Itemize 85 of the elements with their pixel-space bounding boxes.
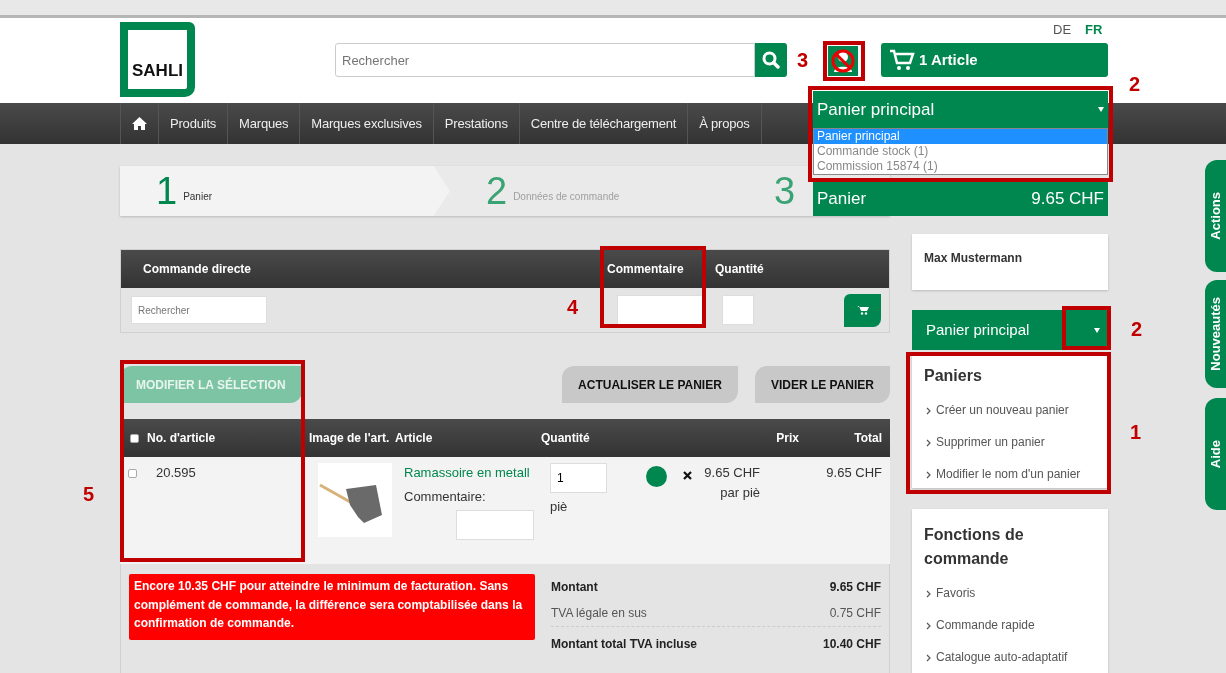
price-unit: par piè xyxy=(719,483,760,502)
column-header: Quantité xyxy=(541,430,591,447)
cart-total-bar: Panier 9.65 CHF xyxy=(813,182,1108,216)
column-header: Commentaire xyxy=(607,261,685,278)
card-title: Fonctions de commande xyxy=(924,525,1025,569)
dropdown-option[interactable]: Commission 15874 (1) xyxy=(814,159,1107,174)
nav-link[interactable]: À propos xyxy=(688,103,762,144)
comment-field[interactable] xyxy=(617,295,705,325)
warning-message: Encore 10.35 CHF pour atteindre le minimum de facturation. Sans complément de commande, la différence sera comptabilisée dans la confirmation de commande. xyxy=(129,574,535,640)
nav-link[interactable]: Marques exclusives xyxy=(300,103,434,144)
update-cart-button[interactable]: ACTUALISER LE PANIER xyxy=(562,366,738,403)
summary-label: Montant total TVA incluse xyxy=(551,635,697,653)
annotation-box xyxy=(823,41,865,81)
search-icon xyxy=(762,51,780,69)
column-header: Image de l'art. xyxy=(309,430,391,447)
chevron-icon xyxy=(926,589,931,598)
home-icon xyxy=(132,117,147,130)
menu-link[interactable]: Supprimer un panier xyxy=(924,426,1096,458)
column-header: Total xyxy=(854,430,882,447)
annotation-number: 5 xyxy=(83,484,95,504)
select-all-checkbox[interactable] xyxy=(130,433,139,443)
summary-label: Montant xyxy=(551,579,598,596)
quantity-field[interactable] xyxy=(722,295,754,325)
menu-link[interactable]: Catalogue auto-adaptatif xyxy=(924,641,1096,673)
card-title: Paniers xyxy=(924,366,983,386)
blocked-user-icon[interactable] xyxy=(828,46,858,76)
search-field[interactable]: Rechercher xyxy=(131,296,267,324)
product-link[interactable]: Ramassoire en metall xyxy=(404,465,530,480)
annotation-box xyxy=(1062,306,1111,350)
column-header: Prix xyxy=(775,430,799,447)
annotation-number: 2 xyxy=(1131,319,1143,339)
nav-link[interactable]: Prestations xyxy=(433,103,520,144)
progress-step[interactable]: 1 Panier xyxy=(120,166,450,216)
cart-dropdown[interactable]: Panier principal xyxy=(813,91,1108,128)
logo[interactable]: SAHLI xyxy=(120,22,195,97)
menu-link[interactable]: Favoris xyxy=(924,577,1096,609)
menu-link[interactable]: Créer un nouveau panier xyxy=(924,394,1096,426)
nav-link[interactable]: Produits xyxy=(159,103,229,144)
summary-value: 0.75 CHF xyxy=(829,605,881,622)
language-link[interactable]: FR xyxy=(1085,20,1103,40)
column-header: No. d'article xyxy=(147,430,217,447)
chevron-icon xyxy=(926,470,931,479)
search-field[interactable]: Rechercher xyxy=(335,43,755,77)
add-to-cart-button[interactable] xyxy=(844,293,881,327)
unit-label: piè xyxy=(550,498,569,516)
chevron-icon xyxy=(926,406,931,415)
caret-icon xyxy=(1094,327,1100,333)
annotation-number: 3 xyxy=(797,50,809,70)
side-tab[interactable]: Nouveautés xyxy=(1205,280,1226,388)
summary-value: 9.65 CHF xyxy=(829,579,881,596)
cart-button[interactable]: 1 Article xyxy=(881,43,1108,77)
chevron-icon xyxy=(926,438,931,447)
dropdown-option[interactable]: Commande stock (1) xyxy=(814,144,1107,159)
menu-link[interactable]: Commande rapide xyxy=(924,609,1096,641)
panel-title: Commande directe xyxy=(142,261,253,278)
empty-cart-button[interactable]: VIDER LE PANIER xyxy=(754,366,890,403)
annotation-number: 4 xyxy=(567,297,579,317)
quantity-field[interactable]: 1 xyxy=(550,463,607,493)
nav-link[interactable]: Marques xyxy=(228,103,301,144)
article-number: 20.595 xyxy=(156,464,197,482)
chevron-icon xyxy=(926,653,931,662)
annotation-number: 2 xyxy=(1129,74,1141,94)
price: 9.65 CHF xyxy=(703,464,760,482)
summary-value: 10.40 CHF xyxy=(822,635,881,653)
side-tab[interactable]: Actions xyxy=(1205,160,1226,272)
annotation-number: 1 xyxy=(1130,422,1142,442)
side-tab[interactable]: Aide xyxy=(1205,398,1226,510)
cart-select[interactable]: Panier principal xyxy=(912,310,1108,350)
chevron-icon xyxy=(926,621,931,630)
caret-icon xyxy=(1098,107,1104,112)
search-button[interactable] xyxy=(755,43,787,77)
column-header: Article xyxy=(395,430,434,447)
nav-link[interactable]: Centre de téléchargement xyxy=(519,103,689,144)
language-link[interactable]: DE xyxy=(1053,20,1072,40)
cart-icon xyxy=(889,49,915,71)
remove-icon[interactable] xyxy=(683,471,692,480)
user-name: Max Mustermann xyxy=(924,250,1024,267)
row-checkbox[interactable] xyxy=(128,469,137,478)
column-header: Quantité xyxy=(715,261,764,278)
comment-field[interactable] xyxy=(456,510,534,540)
comment-label: Commentaire: xyxy=(404,487,487,506)
menu-link[interactable]: Modifier le nom d'un panier xyxy=(924,458,1096,490)
summary-label: TVA légale en sus xyxy=(551,605,647,622)
home-link[interactable] xyxy=(120,103,159,144)
row-total: 9.65 CHF xyxy=(826,464,882,482)
